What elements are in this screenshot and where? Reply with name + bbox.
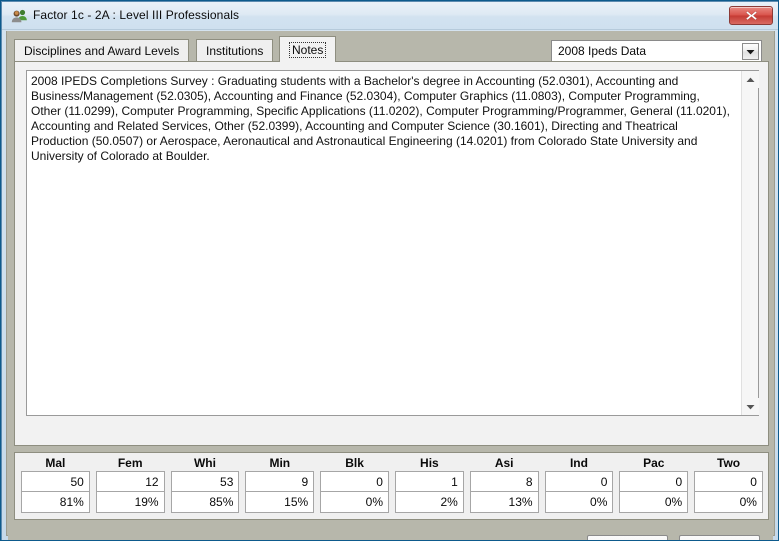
tab-notes[interactable]: Notes [279, 36, 337, 62]
stat-percent[interactable]: 85% [170, 492, 240, 513]
stat-percent[interactable]: 0% [320, 492, 389, 513]
stat-header: Blk [345, 456, 364, 470]
stat-header: Asi [494, 456, 514, 470]
users-group-icon [11, 8, 28, 25]
stat-count[interactable]: 50 [21, 471, 90, 492]
notes-vertical-scrollbar[interactable] [741, 71, 759, 415]
stat-column-ind: Ind 0 0% [542, 455, 617, 517]
stat-count[interactable]: 9 [245, 471, 315, 492]
dataset-dropdown[interactable]: 2008 Ipeds Data [551, 40, 762, 63]
stat-column-blk: Blk 0 0% [317, 455, 392, 517]
stat-column-mal: Mal 50 81% [18, 455, 93, 517]
close-icon [745, 10, 757, 21]
window-title: Factor 1c - 2A : Level III Professionals [33, 8, 240, 22]
stat-column-min: Min 9 15% [242, 455, 317, 517]
close-button[interactable] [729, 6, 773, 25]
notes-text[interactable]: 2008 IPEDS Completions Survey : Graduati… [31, 74, 731, 165]
stat-column-pac: Pac 0 0% [616, 455, 691, 517]
notes-tab-page: 2008 IPEDS Completions Survey : Graduati… [14, 61, 769, 446]
stat-count[interactable]: 0 [694, 471, 763, 492]
tab-label: Institutions [206, 44, 264, 58]
stat-count[interactable]: 0 [544, 471, 614, 492]
stat-column-fem: Fem 12 19% [93, 455, 168, 517]
stats-grid: Mal 50 81% Fem 12 19% Whi 53 85% Min 9 1… [18, 455, 766, 517]
dataset-dropdown-value: 2008 Ipeds Data [558, 44, 647, 58]
tab-institutions[interactable]: Institutions [196, 39, 274, 62]
stat-header: Mal [45, 456, 66, 470]
stat-count[interactable]: 8 [469, 471, 539, 492]
stat-column-two: Two 0 0% [691, 455, 766, 517]
stat-header: Fem [117, 456, 143, 470]
tab-label: Disciplines and Award Levels [24, 44, 180, 58]
stat-percent[interactable]: 19% [95, 492, 165, 513]
stat-header: Pac [643, 456, 665, 470]
stat-percent[interactable]: 15% [245, 492, 315, 513]
stat-header: Ind [569, 456, 588, 470]
demographics-stats-panel: Mal 50 81% Fem 12 19% Whi 53 85% Min 9 1… [14, 452, 769, 520]
stat-header: Min [269, 456, 291, 470]
stat-percent[interactable]: 81% [21, 492, 90, 513]
stat-column-his: His 1 2% [392, 455, 467, 517]
save-button[interactable]: Save [587, 535, 668, 540]
tab-disciplines-and-award-levels[interactable]: Disciplines and Award Levels [14, 39, 190, 62]
tab-strip: Disciplines and Award Levels Institution… [14, 36, 769, 63]
stat-percent[interactable]: 0% [544, 492, 614, 513]
notes-textarea[interactable]: 2008 IPEDS Completions Survey : Graduati… [26, 70, 759, 416]
stat-count[interactable]: 0 [320, 471, 389, 492]
stat-header: Two [717, 456, 741, 470]
stat-column-asi: Asi 8 13% [467, 455, 542, 517]
stat-percent[interactable]: 0% [694, 492, 763, 513]
stat-header: His [420, 456, 439, 470]
stat-header: Whi [193, 456, 216, 470]
client-area: Disciplines and Award Levels Institution… [6, 31, 775, 540]
stat-count[interactable]: 0 [619, 471, 689, 492]
stat-percent[interactable]: 13% [469, 492, 539, 513]
stat-count[interactable]: 12 [95, 471, 165, 492]
dialog-window: Factor 1c - 2A : Level III Professionals… [0, 0, 779, 541]
stat-column-whi: Whi 53 85% [168, 455, 243, 517]
stat-count[interactable]: 53 [170, 471, 240, 492]
tab-label: Notes [289, 41, 327, 58]
dialog-button-bar: Save Cancel [8, 523, 773, 540]
title-bar: Factor 1c - 2A : Level III Professionals [2, 2, 778, 30]
cancel-button[interactable]: Cancel [679, 535, 760, 540]
stat-percent[interactable]: 2% [394, 492, 464, 513]
scroll-up-arrow-icon[interactable] [742, 71, 759, 88]
chevron-down-icon[interactable] [742, 43, 759, 60]
scroll-down-arrow-icon[interactable] [742, 398, 759, 415]
stat-count[interactable]: 1 [394, 471, 464, 492]
stat-percent[interactable]: 0% [619, 492, 689, 513]
